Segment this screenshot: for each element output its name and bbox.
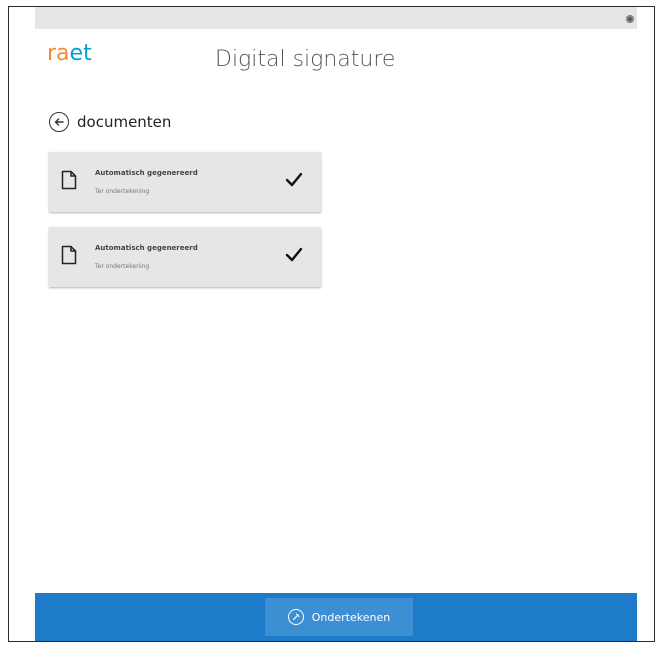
brand-part-3: t — [83, 41, 92, 66]
document-status: Ter ondertekening — [95, 188, 150, 195]
brand-part-2: e — [69, 41, 84, 66]
brand-logo: raet — [47, 41, 92, 66]
brand-part-1: ra — [47, 41, 70, 66]
arrow-left-circle-icon[interactable] — [49, 112, 69, 132]
checkmark-icon — [285, 172, 303, 192]
window-frame: raet Digital signature documenten Automa… — [8, 6, 655, 642]
sign-label[interactable]: Ondertekenen — [312, 611, 390, 624]
right-gutter — [637, 7, 654, 641]
bottom-action-bar: Ondertekenen — [35, 593, 637, 641]
document-status: Ter ondertekening — [95, 263, 150, 270]
checkmark-icon — [285, 247, 303, 267]
back-label[interactable]: documenten — [77, 113, 171, 131]
page-title: Digital signature — [215, 47, 396, 72]
app-panel: raet Digital signature documenten Automa… — [35, 7, 637, 641]
sign-button[interactable]: Ondertekenen — [265, 598, 413, 636]
document-title: Automatisch gegenereerd — [95, 244, 198, 252]
title-bar — [35, 7, 637, 29]
sign-icon[interactable] — [287, 609, 304, 625]
document-card[interactable]: Automatisch gegenereerd Ter ondertekenin… — [49, 152, 321, 212]
left-gutter — [9, 7, 35, 641]
document-card[interactable]: Automatisch gegenereerd Ter ondertekenin… — [49, 227, 321, 287]
document-icon — [61, 170, 77, 194]
settings-dot-icon[interactable] — [626, 15, 634, 23]
document-title: Automatisch gegenereerd — [95, 169, 198, 177]
document-icon — [61, 245, 77, 269]
back-button[interactable]: documenten — [49, 112, 171, 132]
